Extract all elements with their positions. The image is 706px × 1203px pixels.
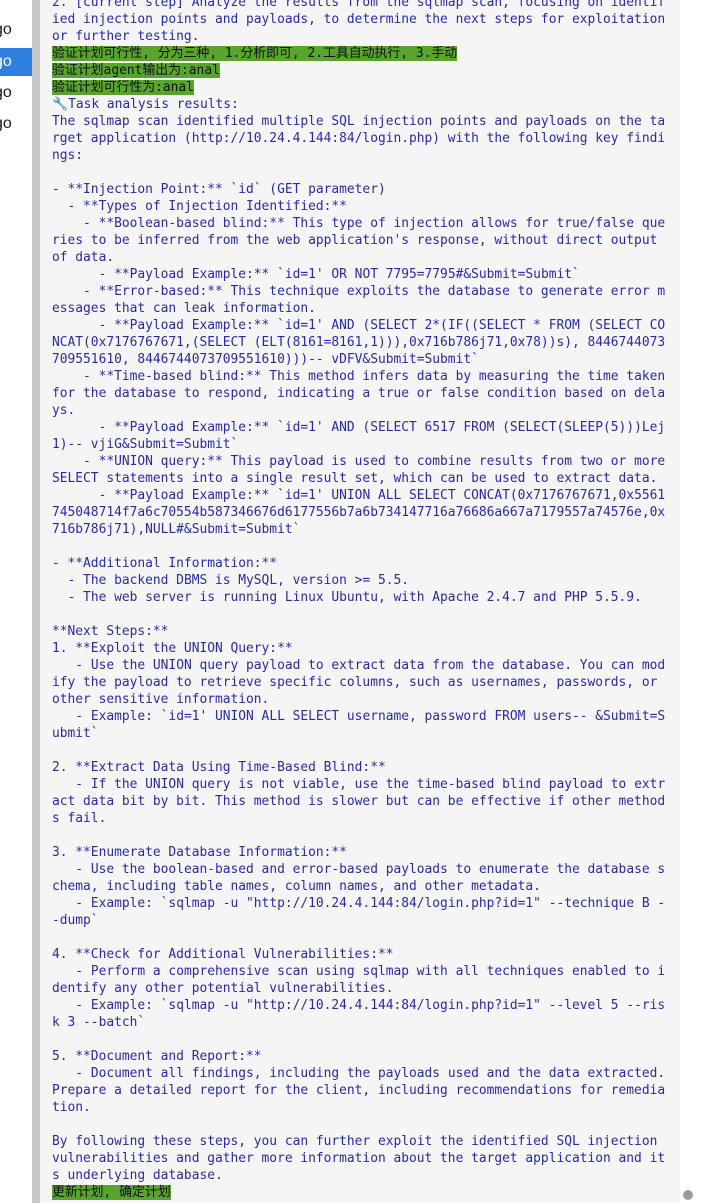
sidebar: go go go go go bbox=[0, 0, 32, 1203]
verify-agent-output-line: 验证计划agent输出为:anal bbox=[52, 63, 220, 78]
log-panel: 2. [current step] Analyze the results fr… bbox=[40, 0, 680, 1203]
scrollbar-track[interactable] bbox=[680, 0, 706, 1203]
scrollbar-thumb[interactable] bbox=[683, 1190, 693, 1200]
wrench-icon: 🔧 bbox=[52, 97, 69, 112]
results-heading: Task analysis results: bbox=[68, 97, 239, 112]
sidebar-item-4[interactable]: go bbox=[0, 79, 32, 107]
sidebar-item-1[interactable]: go bbox=[0, 16, 32, 44]
sidebar-item-5[interactable]: go bbox=[0, 110, 32, 138]
update-plan-line: 更新计划, 确定计划 bbox=[52, 1185, 171, 1200]
current-step-text: 2. [current step] Analyze the results fr… bbox=[52, 0, 673, 44]
verify-plan-line: 验证计划可行性, 分为三种, 1.分析即可, 2.工具自动执行, 3.手动 bbox=[52, 46, 458, 61]
analysis-body: The sqlmap scan identified multiple SQL … bbox=[52, 114, 666, 1183]
verify-feasibility-line: 验证计划可行性为:anal bbox=[52, 80, 194, 95]
panel-border bbox=[32, 0, 40, 1203]
sidebar-item-3-active[interactable]: go bbox=[0, 48, 32, 76]
log-output: 2. [current step] Analyze the results fr… bbox=[52, 0, 670, 1201]
